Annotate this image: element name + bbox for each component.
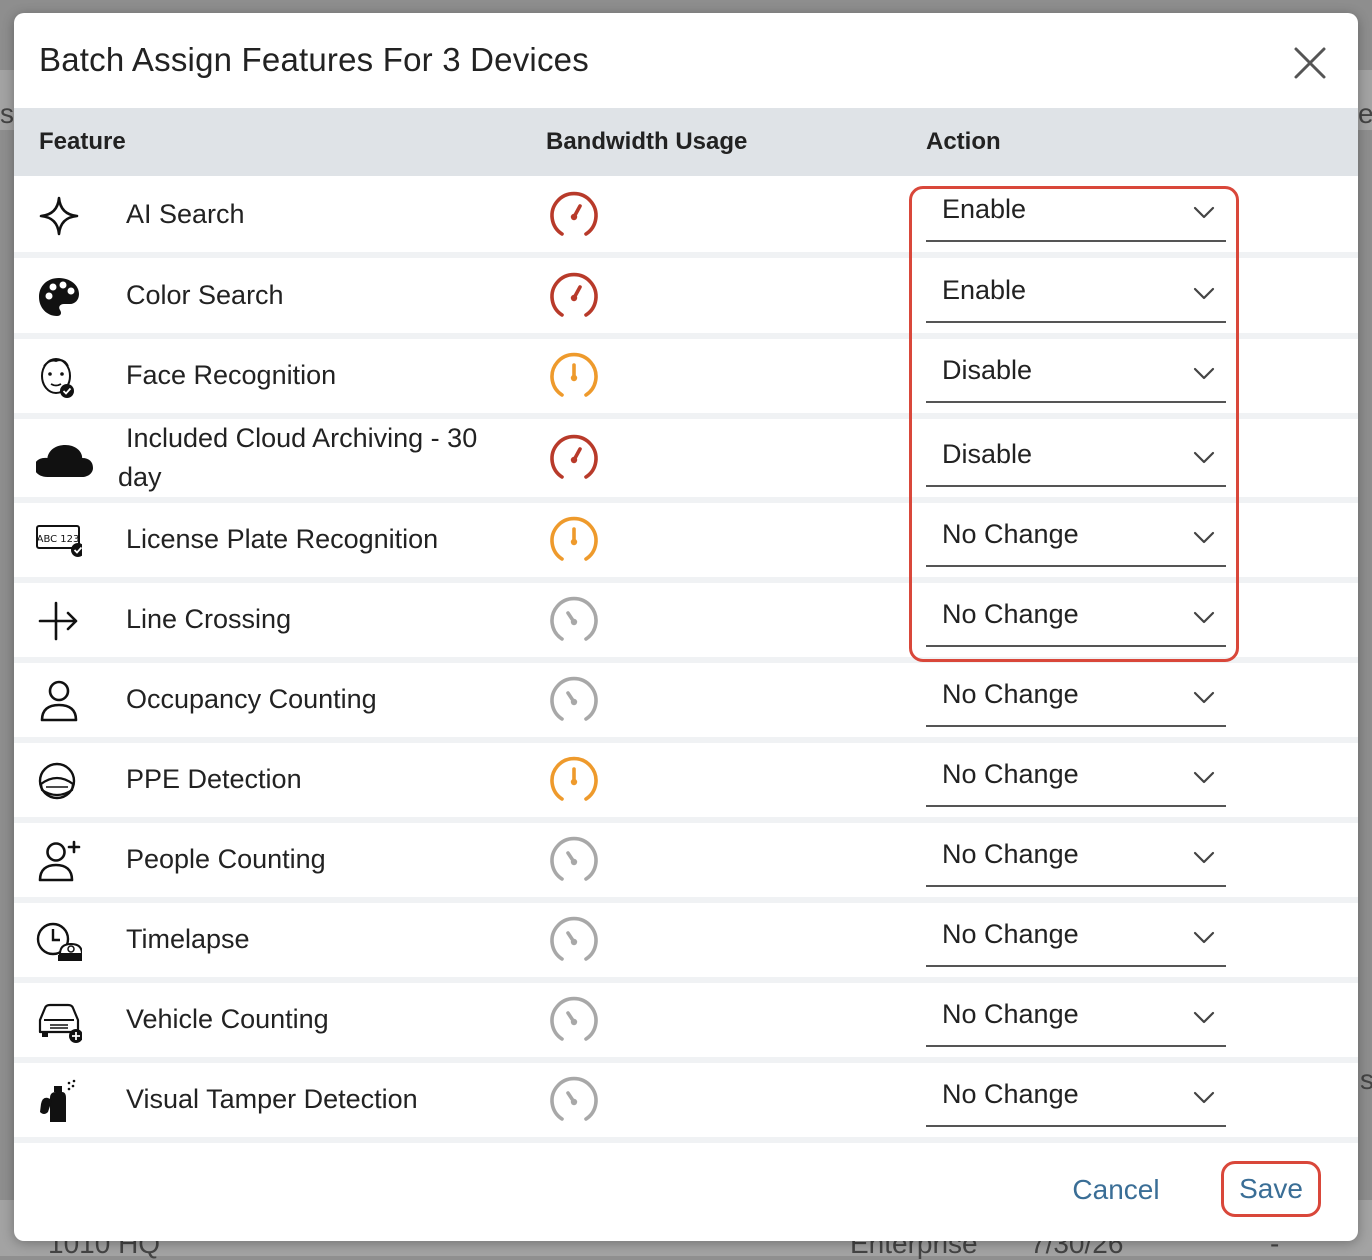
chevron-down-icon <box>1192 361 1216 385</box>
chevron-down-icon <box>1192 281 1216 305</box>
feature-row: Visual Tamper Detection No Change <box>14 1063 1358 1143</box>
action-select-value: No Change <box>942 839 1079 869</box>
feature-row: Line Crossing No Change <box>14 583 1358 663</box>
feature-label: Vehicle Counting <box>126 1004 329 1034</box>
bandwidth-high-icon <box>548 271 600 323</box>
feature-label: Occupancy Counting <box>126 684 377 714</box>
feature-label: Line Crossing <box>126 604 292 634</box>
feature-row: People Counting No Change <box>14 823 1358 903</box>
bandwidth-low-icon <box>548 1075 600 1127</box>
bandwidth-high-icon <box>548 190 600 242</box>
bandwidth-medium-icon <box>548 515 600 567</box>
feature-row: AI Search Enable <box>14 178 1358 258</box>
spray-can-icon <box>36 1078 82 1124</box>
action-select-value: Enable <box>942 194 1027 224</box>
feature-row: ABC 123 License Plate Recognition No Chang… <box>14 503 1358 583</box>
action-select[interactable]: Disable <box>926 347 1226 403</box>
feature-label: People Counting <box>126 844 326 874</box>
chevron-down-icon <box>1192 605 1216 629</box>
table-header: Feature Bandwidth Usage Action <box>14 108 1358 176</box>
action-select-value: Enable <box>942 275 1027 305</box>
palette-icon <box>36 274 82 320</box>
bandwidth-low-icon <box>548 995 600 1047</box>
chevron-down-icon <box>1192 525 1216 549</box>
bandwidth-low-icon <box>548 915 600 967</box>
feature-row: Occupancy Counting No Change <box>14 663 1358 743</box>
column-header-action: Action <box>926 128 1001 155</box>
chevron-down-icon <box>1192 685 1216 709</box>
chevron-down-icon <box>1192 925 1216 949</box>
dialog-title: Batch Assign Features For 3 Devices <box>39 41 589 78</box>
feature-row: Color Search Enable <box>14 259 1358 339</box>
feature-label: Included Cloud Archiving - 30 <box>126 423 478 453</box>
action-select[interactable]: No Change <box>926 911 1226 967</box>
feature-row: Vehicle Counting No Change <box>14 983 1358 1063</box>
bandwidth-high-icon <box>548 433 600 485</box>
line-crossing-icon <box>36 598 82 644</box>
bandwidth-medium-icon <box>548 351 600 403</box>
sparkle-icon <box>36 193 82 239</box>
action-select[interactable]: Enable <box>926 186 1226 242</box>
action-select-value: Disable <box>942 439 1033 469</box>
feature-row: PPE Detection No Change <box>14 743 1358 823</box>
chevron-down-icon <box>1192 765 1216 789</box>
chevron-down-icon <box>1192 200 1216 224</box>
action-select-value: No Change <box>942 679 1079 709</box>
action-select-value: No Change <box>942 519 1079 549</box>
action-select-value: No Change <box>942 599 1079 629</box>
action-select[interactable]: No Change <box>926 991 1226 1047</box>
action-select[interactable]: No Change <box>926 831 1226 887</box>
action-select-value: No Change <box>942 759 1079 789</box>
license-plate-icon: ABC 123 <box>36 518 85 564</box>
close-icon <box>1294 47 1326 79</box>
action-select-value: No Change <box>942 999 1079 1029</box>
action-select[interactable]: No Change <box>926 511 1226 567</box>
background-right-text-lower: s <box>1360 1064 1372 1095</box>
action-select[interactable]: No Change <box>926 591 1226 647</box>
face-mask-icon <box>36 758 82 804</box>
vehicle-add-icon <box>36 998 83 1044</box>
feature-label: Timelapse <box>126 924 250 954</box>
face-check-icon <box>36 354 82 400</box>
chevron-down-icon <box>1192 1085 1216 1109</box>
person-add-icon <box>36 838 82 884</box>
feature-row: Face Recognition Disable <box>14 339 1358 419</box>
svg-text:ABC 123: ABC 123 <box>37 534 80 545</box>
close-button[interactable] <box>1290 43 1330 83</box>
batch-assign-dialog: Batch Assign Features For 3 Devices Feat… <box>14 13 1358 1241</box>
feature-label: AI Search <box>126 199 245 229</box>
chevron-down-icon <box>1192 445 1216 469</box>
background-left-text: s <box>0 98 14 129</box>
cloud-icon <box>34 437 93 483</box>
bandwidth-low-icon <box>548 835 600 887</box>
action-select-value: Disable <box>942 355 1033 385</box>
feature-row: Included Cloud Archiving - 30 day Disable <box>14 419 1358 503</box>
feature-label: Visual Tamper Detection <box>126 1084 418 1114</box>
column-header-feature: Feature <box>39 128 126 155</box>
feature-label-continuation: day <box>118 462 162 492</box>
save-button[interactable]: Save <box>1221 1161 1321 1217</box>
action-select[interactable]: No Change <box>926 1071 1226 1127</box>
bandwidth-medium-icon <box>548 755 600 807</box>
background-right-text: e <box>1358 98 1372 129</box>
feature-row: Timelapse No Change <box>14 903 1358 983</box>
feature-label: Color Search <box>126 280 284 310</box>
feature-label: PPE Detection <box>126 764 302 794</box>
action-select[interactable]: No Change <box>926 751 1226 807</box>
timelapse-icon <box>36 918 84 964</box>
action-select-value: No Change <box>942 919 1079 949</box>
person-icon <box>36 678 82 724</box>
action-select[interactable]: No Change <box>926 671 1226 727</box>
feature-label: Face Recognition <box>126 360 337 390</box>
action-select[interactable]: Enable <box>926 267 1226 323</box>
chevron-down-icon <box>1192 845 1216 869</box>
feature-label: License Plate Recognition <box>126 524 439 554</box>
cancel-button[interactable]: Cancel <box>1058 1168 1174 1212</box>
bandwidth-low-icon <box>548 675 600 727</box>
action-select[interactable]: Disable <box>926 431 1226 487</box>
action-select-value: No Change <box>942 1079 1079 1109</box>
bandwidth-low-icon <box>548 595 600 647</box>
column-header-bandwidth: Bandwidth Usage <box>546 128 748 155</box>
chevron-down-icon <box>1192 1005 1216 1029</box>
